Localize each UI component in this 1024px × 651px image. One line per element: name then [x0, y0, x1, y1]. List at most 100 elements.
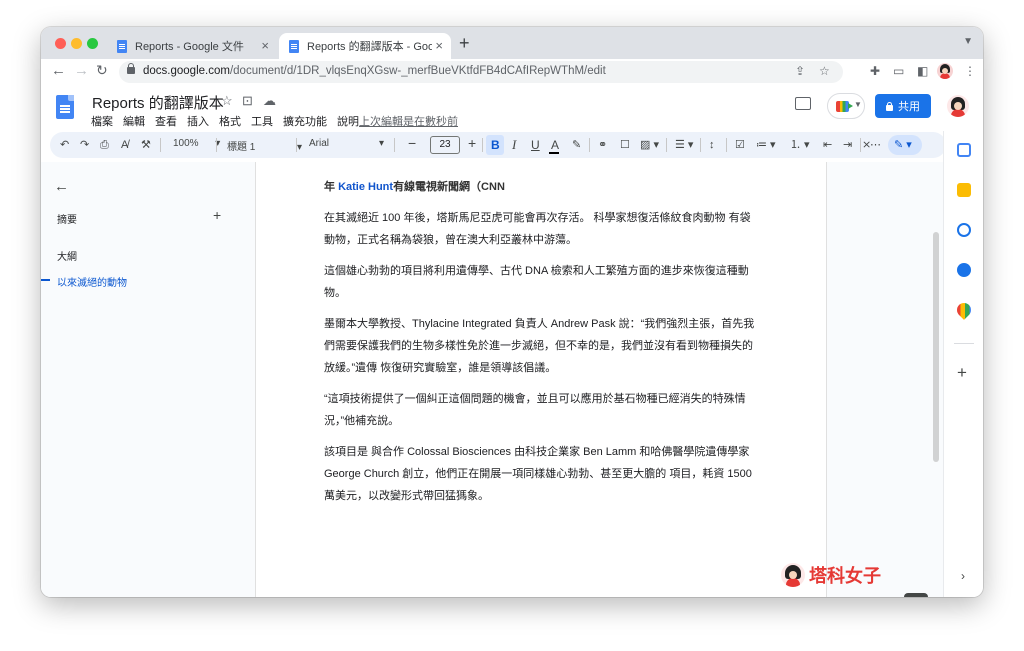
menu-format[interactable]: 格式 — [219, 113, 241, 129]
close-outline-arrow-icon[interactable]: ← — [54, 178, 69, 195]
paint-format-icon[interactable]: ⚒ — [141, 138, 151, 152]
comment-history-icon[interactable] — [795, 97, 811, 110]
outline-item[interactable]: 以來滅絕的動物 — [57, 274, 127, 289]
side-panel: + › — [943, 131, 983, 597]
italic-button[interactable]: I — [512, 138, 516, 152]
menu-view[interactable]: 查看 — [155, 113, 177, 129]
spellcheck-icon[interactable]: A̸ — [121, 138, 128, 152]
add-summary-button[interactable]: + — [213, 207, 221, 223]
address-bar[interactable]: docs.google.com/document/d/1DR_vlqsEnqXG… — [119, 61, 843, 83]
insert-image-icon[interactable]: ▨ ▾ — [640, 138, 659, 152]
editing-mode-button[interactable]: ✎ ▾ — [888, 135, 922, 155]
get-addons-plus-icon[interactable]: + — [957, 363, 967, 383]
tab-close-icon[interactable]: × — [432, 38, 443, 53]
zoom-select[interactable]: 100% ▾ — [173, 138, 220, 149]
tasks-icon[interactable] — [957, 223, 971, 237]
bold-button[interactable]: B — [491, 138, 500, 152]
browser-tab-translated[interactable]: Reports 的翻譯版本 - Google 文件 × — [279, 33, 451, 59]
more-options-icon[interactable]: ⋯ — [870, 138, 881, 152]
new-tab-button[interactable]: + — [459, 33, 470, 54]
move-folder-icon[interactable]: ⊡ — [242, 93, 253, 109]
url-text[interactable]: docs.google.com/document/d/1DR_vlqsEnqXG… — [143, 65, 606, 77]
font-family-select[interactable]: Arial ▾ — [309, 138, 384, 149]
text-color-button[interactable]: A — [551, 138, 559, 152]
hide-side-panel-chevron-icon[interactable]: › — [961, 569, 965, 583]
tab-search-chevron-icon[interactable]: ▼ — [963, 36, 973, 47]
formatting-toolbar: ↶ ↷ ⎙ A̸ ⚒ 100% ▾ 標題 1 ▾ Arial ▾ − 23 + … — [50, 132, 946, 158]
last-edit-link[interactable]: 上次編輯是在數秒前 — [359, 113, 458, 129]
paragraph[interactable]: “這項技術提供了一個糾正這個問題的機會，並且可以應用於基石物種已經消失的特殊情況… — [324, 388, 756, 432]
star-icon[interactable]: ☆ — [221, 93, 233, 109]
menu-tools[interactable]: 工具 — [251, 113, 273, 129]
browser-window: Reports - Google 文件 × Reports 的翻譯版本 - Go… — [41, 27, 983, 597]
decrease-indent-icon[interactable]: ⇤ — [823, 138, 832, 152]
bookmark-star-icon[interactable]: ☆ — [819, 64, 830, 78]
back-arrow-icon[interactable]: ← — [51, 62, 66, 79]
meet-button[interactable]: ▼ — [827, 93, 865, 119]
tab-strip: Reports - Google 文件 × Reports 的翻譯版本 - Go… — [41, 27, 983, 59]
decrease-font-size-button[interactable]: − — [408, 136, 416, 150]
undo-icon[interactable]: ↶ — [60, 138, 69, 152]
side-panel-icon[interactable]: ◧ — [917, 64, 928, 78]
document-body[interactable]: 年 Katie Hunt有線電視新聞網（CNN 在其滅絕近 100 年後，塔斯馬… — [324, 176, 756, 516]
highlight-pen-icon[interactable]: ✎ — [572, 138, 581, 152]
calendar-icon[interactable] — [957, 143, 971, 157]
tab-close-icon[interactable]: × — [261, 38, 269, 53]
heading-line[interactable]: 年 Katie Hunt有線電視新聞網（CNN — [324, 176, 756, 198]
toolbar-divider — [589, 138, 590, 152]
vertical-scrollbar[interactable] — [933, 232, 939, 462]
print-icon[interactable]: ⎙ — [100, 138, 109, 152]
menu-file[interactable]: 檔案 — [91, 113, 113, 129]
bulleted-list-icon[interactable]: ≔ ▾ — [756, 138, 776, 152]
close-window-button[interactable] — [55, 38, 66, 49]
share-button[interactable]: 共用 — [875, 94, 931, 118]
paragraph-style-select[interactable]: 標題 1 ▾ — [227, 138, 302, 153]
document-title[interactable]: Reports 的翻譯版本 — [92, 92, 224, 113]
menu-extensions[interactable]: 擴充功能 — [283, 113, 327, 129]
increase-indent-icon[interactable]: ⇥ — [843, 138, 852, 152]
paragraph[interactable]: 該項目是 與合作 Colossal Biosciences 由科技企業家 Ben… — [324, 441, 756, 507]
menu-edit[interactable]: 編輯 — [123, 113, 145, 129]
toolbar-divider — [700, 138, 701, 152]
lock-icon — [127, 63, 135, 74]
menu-insert[interactable]: 插入 — [187, 113, 209, 129]
maps-icon[interactable] — [954, 300, 974, 320]
underline-button[interactable]: U — [531, 138, 540, 152]
line-spacing-icon[interactable]: ↕ — [709, 138, 715, 152]
minimize-window-button[interactable] — [71, 38, 82, 49]
cloud-saved-icon[interactable]: ☁ — [263, 93, 276, 109]
redo-icon[interactable]: ↷ — [80, 138, 89, 152]
paragraph[interactable]: 這個雄心勃勃的項目將利用遺傳學、古代 DNA 檢索和人工繁殖方面的進步來恢復這種… — [324, 260, 756, 304]
explore-button[interactable] — [904, 593, 928, 597]
checklist-icon[interactable]: ☑ — [735, 138, 745, 152]
menu-help[interactable]: 說明 — [337, 113, 359, 129]
contacts-icon[interactable] — [957, 263, 971, 277]
paragraph[interactable]: 在其滅絕近 100 年後，塔斯馬尼亞虎可能會再次存活。 科學家想復活條紋食肉動物… — [324, 207, 756, 251]
author-link[interactable]: Katie Hunt — [338, 181, 393, 193]
share-page-icon[interactable]: ⇪ — [795, 64, 805, 78]
toolbar-divider — [482, 138, 483, 152]
account-avatar[interactable] — [947, 95, 969, 117]
numbered-list-icon[interactable]: ⒈ ▾ — [790, 138, 810, 152]
toolbar-divider — [296, 138, 297, 152]
forward-arrow-icon[interactable]: → — [74, 62, 89, 79]
insert-link-icon[interactable]: ⚭ — [598, 138, 607, 152]
docs-logo-icon[interactable] — [56, 95, 74, 119]
watermark-avatar — [781, 563, 805, 587]
cast-icon[interactable]: ▭ — [893, 64, 904, 78]
align-icon[interactable]: ☰ ▾ — [675, 138, 693, 152]
font-size-input[interactable]: 23 — [430, 136, 460, 154]
tab-title: Reports 的翻譯版本 - Google 文件 — [307, 41, 437, 53]
increase-font-size-button[interactable]: + — [468, 136, 476, 150]
paragraph[interactable]: 墨爾本大學教授、Thylacine Integrated 負責人 Andrew … — [324, 313, 756, 379]
browser-tab-reports[interactable]: Reports - Google 文件 × — [107, 33, 277, 59]
extensions-puzzle-icon[interactable]: ✚ — [870, 64, 880, 78]
keep-icon[interactable] — [957, 183, 971, 197]
document-page[interactable]: 年 Katie Hunt有線電視新聞網（CNN 在其滅絕近 100 年後，塔斯馬… — [255, 162, 827, 597]
maximize-window-button[interactable] — [87, 38, 98, 49]
reload-icon[interactable]: ↻ — [96, 62, 108, 79]
more-menu-icon[interactable]: ⋮ — [964, 64, 976, 78]
add-comment-icon[interactable]: ☐ — [620, 138, 630, 152]
profile-avatar[interactable] — [937, 63, 953, 79]
watermark-text: 塔科女子 — [809, 566, 881, 586]
